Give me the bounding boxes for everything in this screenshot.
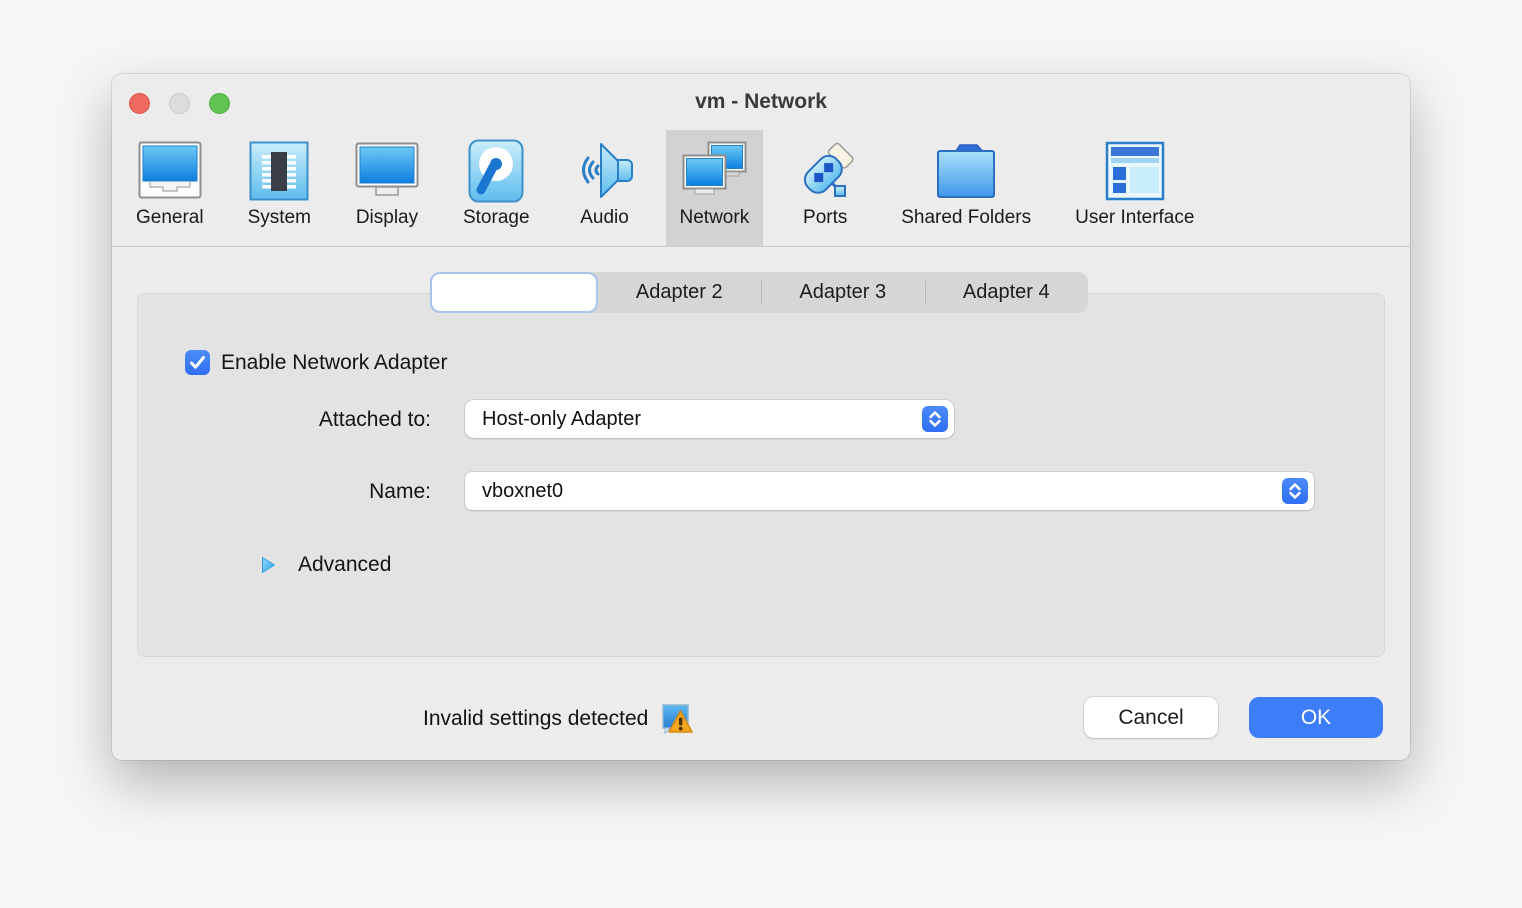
attached-to-select[interactable]: Host-only Adapter xyxy=(465,400,954,438)
cancel-button[interactable]: Cancel xyxy=(1084,697,1218,738)
advanced-label[interactable]: Advanced xyxy=(298,553,391,577)
chevron-up-down-icon xyxy=(1282,478,1308,504)
status-message: Invalid settings detected xyxy=(423,701,694,737)
titlebar: vm - Network xyxy=(112,74,1410,130)
toolbar-item-storage[interactable]: Storage xyxy=(449,130,544,246)
toolbar-item-label: Storage xyxy=(463,206,530,230)
tab-label: Adapter 4 xyxy=(963,281,1050,304)
enable-network-adapter-row: Enable Network Adapter xyxy=(185,350,447,375)
toolbar-item-label: Audio xyxy=(580,206,629,230)
window-layout-icon xyxy=(1105,138,1165,204)
adapter-panel: Enable Network Adapter Attached to: Host… xyxy=(137,293,1385,657)
name-value: vboxnet0 xyxy=(465,480,1282,503)
tab-adapter-2[interactable]: Adapter 2 xyxy=(598,272,762,313)
chip-icon xyxy=(249,138,309,204)
monitor-icon xyxy=(355,138,419,204)
toolbar-item-display[interactable]: Display xyxy=(341,130,433,246)
enable-network-adapter-label: Enable Network Adapter xyxy=(221,351,447,375)
tab-label: Adapter 2 xyxy=(636,281,723,304)
toolbar-item-label: System xyxy=(248,206,311,230)
adapter-tabs: Adapter 2 Adapter 3 Adapter 4 xyxy=(430,272,1088,313)
toolbar-item-general[interactable]: General xyxy=(122,130,218,246)
name-label: Name: xyxy=(138,480,431,504)
settings-toolbar: General xyxy=(112,130,1410,247)
toolbar-item-ports[interactable]: Ports xyxy=(779,130,871,246)
checkmark-icon xyxy=(189,355,206,370)
plug-icon xyxy=(793,138,857,204)
disclosure-triangle-icon[interactable] xyxy=(261,556,276,574)
tab-adapter-1[interactable] xyxy=(430,272,598,313)
toolbar-item-user-interface[interactable]: User Interface xyxy=(1061,130,1208,246)
monitor-tray-icon xyxy=(138,138,202,204)
toolbar-item-label: User Interface xyxy=(1075,206,1194,230)
toolbar-item-audio[interactable]: Audio xyxy=(560,130,650,246)
warning-icon xyxy=(661,703,694,736)
name-combobox[interactable]: vboxnet0 xyxy=(465,472,1314,510)
desktop-background: vm - Network General xyxy=(0,0,1522,908)
toolbar-item-label: Display xyxy=(356,206,418,230)
chevron-up-down-icon xyxy=(922,406,948,432)
dual-monitors-icon xyxy=(681,138,747,204)
tab-adapter-3[interactable]: Adapter 3 xyxy=(761,272,925,313)
tab-adapter-4[interactable]: Adapter 4 xyxy=(925,272,1089,313)
hard-disk-icon xyxy=(468,138,524,204)
toolbar-item-label: General xyxy=(136,206,204,230)
tab-label: Adapter 3 xyxy=(799,281,886,304)
toolbar-item-label: Ports xyxy=(803,206,847,230)
speaker-icon xyxy=(574,138,636,204)
enable-network-adapter-checkbox[interactable] xyxy=(185,350,210,375)
vm-settings-window: vm - Network General xyxy=(112,74,1410,760)
toolbar-item-label: Network xyxy=(680,206,750,230)
folder-icon xyxy=(934,138,998,204)
toolbar-item-system[interactable]: System xyxy=(234,130,325,246)
window-title: vm - Network xyxy=(112,74,1410,130)
toolbar-item-label: Shared Folders xyxy=(901,206,1031,230)
attached-to-label: Attached to: xyxy=(138,408,431,432)
status-text: Invalid settings detected xyxy=(423,707,648,731)
ok-button[interactable]: OK xyxy=(1249,697,1383,738)
advanced-row: Advanced xyxy=(261,553,391,577)
toolbar-item-network[interactable]: Network xyxy=(666,130,764,246)
attached-to-value: Host-only Adapter xyxy=(465,408,922,431)
toolbar-item-shared-folders[interactable]: Shared Folders xyxy=(887,130,1045,246)
